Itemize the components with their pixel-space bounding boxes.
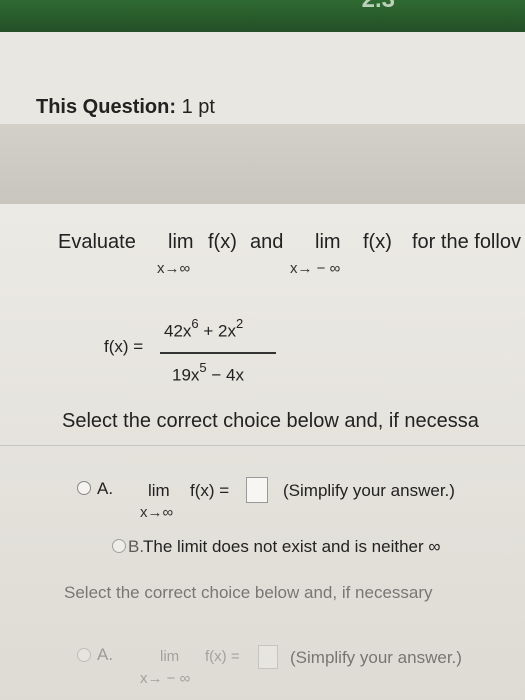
choice-a-fx: f(x) = [190,481,230,500]
fraction-bar [160,352,276,354]
choice-a-letter: A. [97,479,114,498]
choice-a2-hint: (Simplify your answer.) [290,648,462,667]
choice-a2-lim: lim [160,648,180,665]
num-term-2: + 2x [203,321,236,341]
question-points: This Question: 1 pt [36,96,215,119]
den-term-2: − 4x [211,365,244,385]
den-exp-1: 5 [199,360,207,375]
question-content [0,204,525,700]
choice-a2-answer-box[interactable] [258,645,278,669]
den-term-1: 19x [172,365,200,385]
top-bar: 2.3 [0,0,525,32]
num-exp-1: 6 [191,316,199,331]
question-label: This Question: [36,96,176,118]
function-denominator: 19x5 − 4x [172,360,244,386]
choice-a-hint: (Simplify your answer.) [283,481,455,500]
prompt-lim2: lim [315,231,341,253]
prompt-tail: for the follov [412,231,521,253]
prompt-and: and [250,231,284,253]
question-header: This Question: 1 pt [0,32,525,125]
num-exp-2: 2 [236,316,244,331]
separator-band [0,124,525,204]
choice-b-text: The limit does not exist and is neither … [143,537,441,556]
prompt-lim1-sub: x→∞ [157,260,191,277]
instruction-2: Select the correct choice below and, if … [64,583,433,602]
choice-a2-fx: f(x) = [205,648,240,665]
function-lhs: f(x) = [104,337,144,356]
choice-a-sub: x→∞ [140,504,174,521]
num-term-1: 42x [164,321,192,341]
prompt-lim2-sub: x→ − ∞ [290,260,341,277]
function-numerator: 42x6 + 2x2 [164,316,244,342]
choice-a2-sub: x→ − ∞ [140,670,191,687]
choice-a2-radio[interactable] [77,648,91,662]
choice-b-radio[interactable] [112,539,126,553]
choice-a-lim: lim [148,481,170,500]
prompt-fx2: f(x) [363,231,392,253]
choice-b-letter: B. [128,537,145,556]
prompt-evaluate: Evaluate [58,231,136,253]
points-value: 1 pt [181,96,215,118]
prompt-lim1: lim [168,231,194,253]
divider [0,445,525,446]
prompt-fx: f(x) [208,231,237,253]
instruction-1: Select the correct choice below and, if … [62,410,479,432]
choice-a-answer-box[interactable] [246,477,268,503]
choice-a-radio[interactable] [77,481,91,495]
choice-a2-letter: A. [97,645,114,664]
top-bar-fragment: 2.3 [362,0,395,14]
